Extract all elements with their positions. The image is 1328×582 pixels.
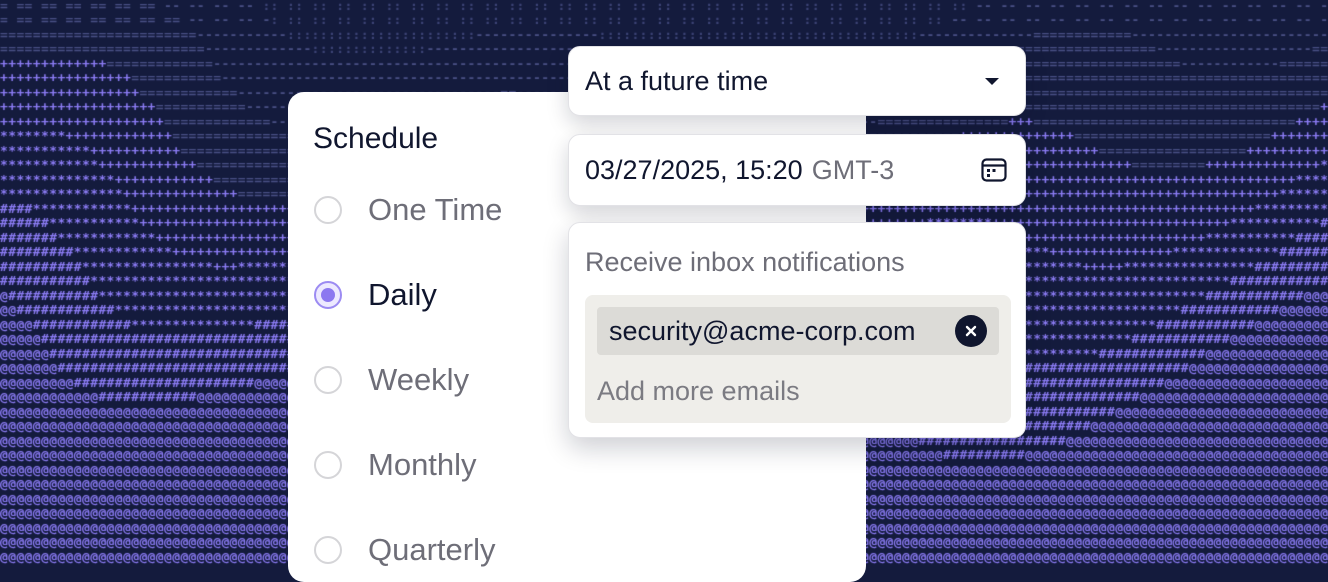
radio-quarterly[interactable]: Quarterly <box>314 530 495 570</box>
radio-button-selected[interactable] <box>314 281 342 309</box>
radio-button[interactable] <box>314 366 342 394</box>
schedule-title: Schedule <box>313 122 439 155</box>
radio-daily[interactable]: Daily <box>314 275 437 315</box>
datetime-input[interactable]: 03/27/2025, 15:20 GMT-3 <box>568 134 1026 206</box>
calendar-icon[interactable] <box>979 155 1009 185</box>
radio-label: Weekly <box>368 362 470 397</box>
close-icon[interactable] <box>955 315 987 347</box>
radio-weekly[interactable]: Weekly <box>314 360 469 400</box>
radio-button[interactable] <box>314 451 342 479</box>
email-chip: security@acme-corp.com <box>597 307 999 355</box>
timezone-label: GMT-3 <box>811 154 895 185</box>
email-input-box[interactable]: security@acme-corp.com <box>585 295 1011 423</box>
radio-label: Quarterly <box>368 532 496 567</box>
notifications-card: Receive inbox notifications security@acm… <box>568 222 1026 438</box>
caret-down-icon[interactable] <box>985 77 999 85</box>
radio-monthly[interactable]: Monthly <box>314 445 477 485</box>
radio-label: One Time <box>368 192 503 227</box>
datetime-value: 03/27/2025, 15:20 <box>585 154 803 185</box>
radio-button[interactable] <box>314 196 342 224</box>
add-email-input[interactable] <box>597 371 999 411</box>
notifications-label: Receive inbox notifications <box>585 247 905 277</box>
email-chip-text: security@acme-corp.com <box>609 315 916 346</box>
radio-label: Daily <box>368 277 437 312</box>
radio-one-time[interactable]: One Time <box>314 190 502 230</box>
timing-dropdown[interactable]: At a future time <box>568 46 1026 116</box>
radio-button[interactable] <box>314 536 342 564</box>
timing-dropdown-value: At a future time <box>585 65 769 96</box>
radio-label: Monthly <box>368 447 477 482</box>
